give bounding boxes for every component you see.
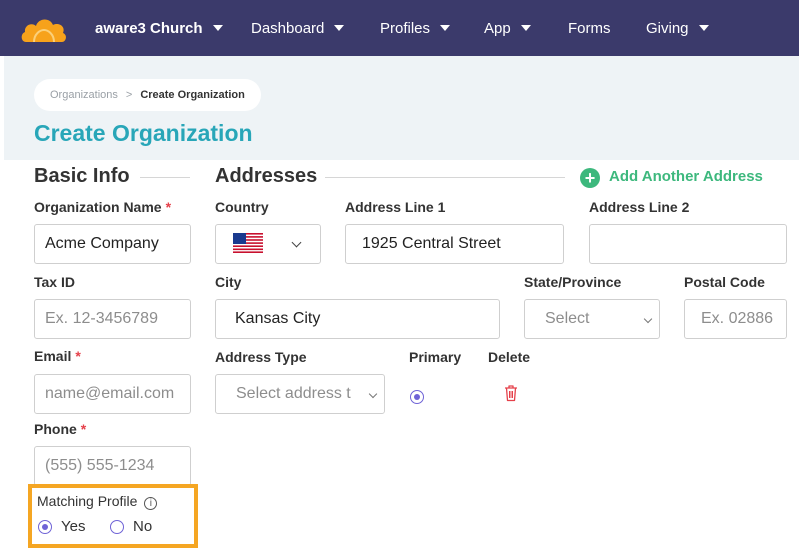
section-divider	[325, 177, 565, 178]
label-text: Organization Name	[34, 199, 162, 215]
postal-code-label: Postal Code	[684, 274, 765, 290]
label-text: Phone	[34, 421, 77, 437]
nav-giving[interactable]: Giving	[646, 0, 709, 56]
nav-label: Profiles	[380, 20, 431, 37]
label-text: Email	[34, 348, 72, 364]
primary-radio[interactable]	[410, 390, 424, 404]
trash-icon[interactable]	[503, 384, 519, 402]
phone-label: Phone *	[34, 421, 86, 437]
addresses-heading: Addresses	[215, 165, 318, 187]
chevron-down-icon	[334, 25, 345, 31]
org-name-label: Organization Name *	[34, 199, 171, 215]
breadcrumb-current: Create Organization	[140, 89, 245, 101]
required-marker: *	[165, 199, 172, 215]
chevron-down-icon	[643, 314, 653, 324]
nav-label: Giving	[646, 20, 689, 37]
nav-forms[interactable]: Forms	[568, 0, 611, 56]
state-select-value: Select	[545, 310, 590, 327]
email-label: Email *	[34, 348, 81, 364]
chevron-down-icon	[212, 25, 223, 31]
breadcrumb: Organizations > Create Organization	[34, 79, 261, 111]
postal-code-input[interactable]: Ex. 02886	[684, 299, 787, 339]
nav-profiles[interactable]: Profiles	[380, 0, 451, 56]
add-address-label: Add Another Address	[609, 168, 763, 185]
primary-label: Primary	[409, 349, 462, 365]
org-name-input[interactable]: Acme Company	[34, 224, 191, 264]
chevron-down-icon	[520, 25, 531, 31]
address-type-label: Address Type	[215, 349, 307, 365]
address-line2-input[interactable]	[589, 224, 787, 264]
tax-id-input[interactable]: Ex. 12-3456789	[34, 299, 191, 339]
country-label: Country	[215, 199, 269, 215]
plus-circle-icon: +	[580, 168, 600, 188]
address-line1-label: Address Line 1	[345, 199, 446, 215]
info-icon[interactable]: i	[144, 497, 158, 510]
nav-label: App	[484, 20, 511, 37]
org-switcher[interactable]: aware3 Church	[95, 0, 223, 56]
address-type-value: Select address t	[236, 385, 351, 402]
add-address-button[interactable]: + Add Another Address	[580, 166, 763, 188]
address-line1-input[interactable]: 1925 Central Street	[345, 224, 564, 264]
us-flag-icon	[233, 233, 263, 253]
city-label: City	[215, 274, 242, 290]
phone-input[interactable]: (555) 555-1234	[34, 446, 191, 486]
top-navbar: aware3 Church Dashboard Profiles App For…	[0, 0, 799, 56]
country-select[interactable]	[215, 224, 321, 264]
page-title: Create Organization	[34, 120, 253, 146]
brand-name: aware3 Church	[95, 20, 203, 37]
basic-info-heading: Basic Info	[34, 165, 130, 187]
cloud-logo-icon[interactable]	[20, 14, 68, 44]
nav-dashboard[interactable]: Dashboard	[251, 0, 345, 56]
required-marker: *	[80, 421, 87, 437]
section-divider	[140, 177, 190, 178]
required-marker: *	[75, 348, 81, 364]
label-text: Matching Profile	[37, 493, 138, 509]
matching-yes-radio[interactable]	[38, 520, 52, 534]
matching-no-radio[interactable]	[110, 520, 124, 534]
address-line2-label: Address Line 2	[589, 199, 690, 215]
tax-id-label: Tax ID	[34, 274, 75, 290]
email-input[interactable]: name@email.com	[34, 374, 191, 414]
breadcrumb-organizations[interactable]: Organizations	[50, 89, 118, 101]
chevron-down-icon	[368, 389, 378, 399]
matching-no-label[interactable]: No	[133, 518, 152, 535]
chevron-down-icon	[698, 25, 709, 31]
delete-label: Delete	[488, 349, 531, 365]
chevron-down-icon	[440, 25, 451, 31]
address-type-select[interactable]: Select address t	[215, 374, 385, 414]
city-input[interactable]: Kansas City	[215, 299, 500, 339]
nav-label: Dashboard	[251, 20, 325, 37]
nav-label: Forms	[568, 20, 611, 37]
breadcrumb-separator: >	[125, 89, 133, 101]
nav-app[interactable]: App	[484, 0, 531, 56]
matching-yes-label[interactable]: Yes	[61, 518, 85, 535]
state-select[interactable]: Select	[524, 299, 660, 339]
matching-profile-label: Matching Profile i	[37, 493, 158, 510]
state-label: State/Province	[524, 274, 622, 290]
